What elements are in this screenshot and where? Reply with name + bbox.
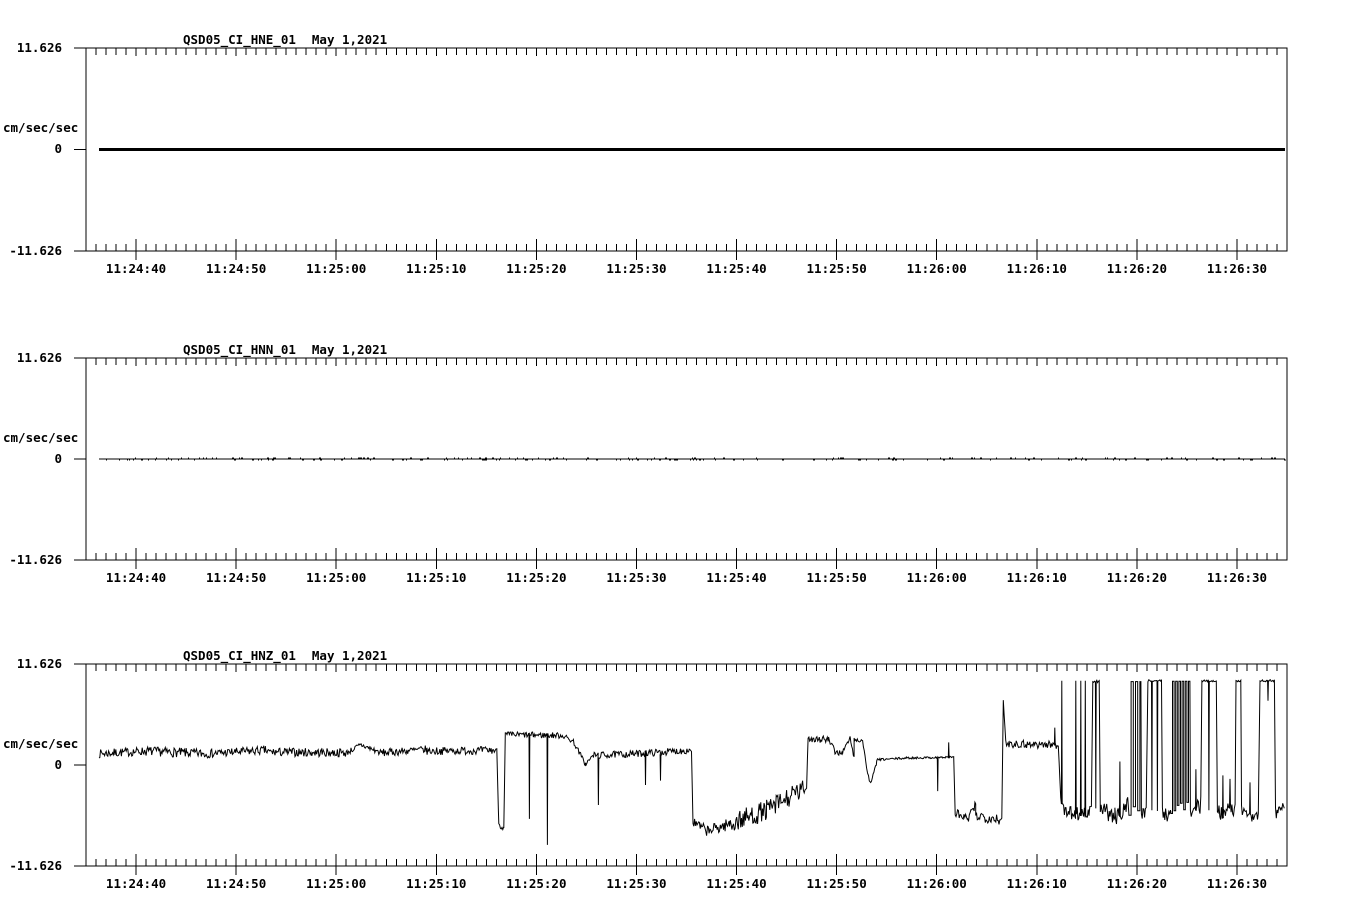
x-tick-label: 11:25:20 <box>506 570 567 585</box>
x-tick-label: 11:24:40 <box>105 261 167 276</box>
x-tick-label: 11:25:40 <box>706 876 767 891</box>
x-tick-label: 11:26:10 <box>1006 261 1067 276</box>
x-tick-label: 11:26:30 <box>1206 261 1268 276</box>
x-tick-label: 11:24:50 <box>206 261 267 276</box>
x-tick-label: 11:26:20 <box>1106 570 1167 585</box>
x-tick-label: 11:25:20 <box>506 261 567 276</box>
chart-group-QSD05_CI_HNZ_01 <box>74 663 1288 875</box>
chart-header: QSD05_CI_HNN_01 May 1,2021 <box>183 343 387 357</box>
x-tick-label: 11:25:30 <box>606 570 667 585</box>
x-tick-label: 11:26:20 <box>1106 876 1167 891</box>
y-max-label: 11.626 <box>16 350 62 365</box>
y-axis-unit-label: cm/sec/sec <box>3 430 79 445</box>
x-tick-label: 11:25:20 <box>506 876 567 891</box>
x-tick-label: 11:25:40 <box>706 261 767 276</box>
chart-date: May 1,2021 <box>311 648 388 663</box>
x-tick-label: 11:26:30 <box>1206 876 1268 891</box>
x-tick-label: 11:24:40 <box>105 876 167 891</box>
x-tick-label: 11:26:00 <box>906 570 967 585</box>
x-tick-label: 11:24:40 <box>105 570 167 585</box>
x-tick-label: 11:26:10 <box>1006 570 1067 585</box>
y-zero-label: 0 <box>54 141 62 156</box>
x-tick-label: 11:25:00 <box>306 261 367 276</box>
y-axis-unit-label: cm/sec/sec <box>3 736 79 751</box>
y-min-label: -11.626 <box>9 858 62 873</box>
chart-header: QSD05_CI_HNE_01 May 1,2021 <box>183 33 387 47</box>
chart-date: May 1,2021 <box>311 32 388 47</box>
chart-header: QSD05_CI_HNZ_01 May 1,2021 <box>183 649 387 663</box>
y-min-label: -11.626 <box>9 243 62 258</box>
x-tick-label: 11:25:10 <box>406 876 467 891</box>
x-tick-label: 11:25:50 <box>806 261 867 276</box>
trace-noisy-flat <box>99 457 1286 461</box>
x-tick-label: 11:25:50 <box>806 570 867 585</box>
x-tick-label: 11:24:50 <box>206 876 267 891</box>
x-tick-label: 11:25:10 <box>406 261 467 276</box>
x-tick-label: 11:25:00 <box>306 570 367 585</box>
x-tick-label: 11:26:00 <box>906 876 967 891</box>
x-tick-label: 11:26:30 <box>1206 570 1268 585</box>
chart-group-QSD05_CI_HNE_01 <box>74 47 1288 260</box>
chart-group-QSD05_CI_HNN_01 <box>74 357 1288 569</box>
y-max-label: 11.626 <box>16 656 62 671</box>
x-tick-label: 11:25:30 <box>606 261 667 276</box>
x-tick-label: 11:25:10 <box>406 570 467 585</box>
y-zero-label: 0 <box>54 451 62 466</box>
x-tick-label: 11:25:50 <box>806 876 867 891</box>
chart-title: QSD05_CI_HNZ_01 <box>183 648 296 663</box>
plot-frame <box>85 663 1288 867</box>
chart-title: QSD05_CI_HNE_01 <box>183 32 296 47</box>
x-tick-label: 11:25:30 <box>606 876 667 891</box>
y-max-label: 11.626 <box>16 40 62 55</box>
x-tick-label: 11:25:00 <box>306 876 367 891</box>
major-ticks <box>74 47 1238 260</box>
x-tick-label: 11:26:10 <box>1006 876 1067 891</box>
y-min-label: -11.626 <box>9 552 62 567</box>
y-zero-label: 0 <box>54 757 62 772</box>
chart-date: May 1,2021 <box>311 342 388 357</box>
x-tick-label: 11:25:40 <box>706 570 767 585</box>
major-ticks <box>74 357 1238 569</box>
x-tick-label: 11:26:00 <box>906 261 967 276</box>
y-axis-unit-label: cm/sec/sec <box>3 120 79 135</box>
x-tick-label: 11:26:20 <box>1106 261 1167 276</box>
seismogram-display: QSD05_CI_HNE_01 May 1,2021 11.626 cm/sec/… <box>0 0 1358 924</box>
chart-title: QSD05_CI_HNN_01 <box>183 342 296 357</box>
trace-waveform <box>98 678 1285 845</box>
x-tick-label: 11:24:50 <box>206 570 267 585</box>
plot-canvas <box>74 47 1288 875</box>
